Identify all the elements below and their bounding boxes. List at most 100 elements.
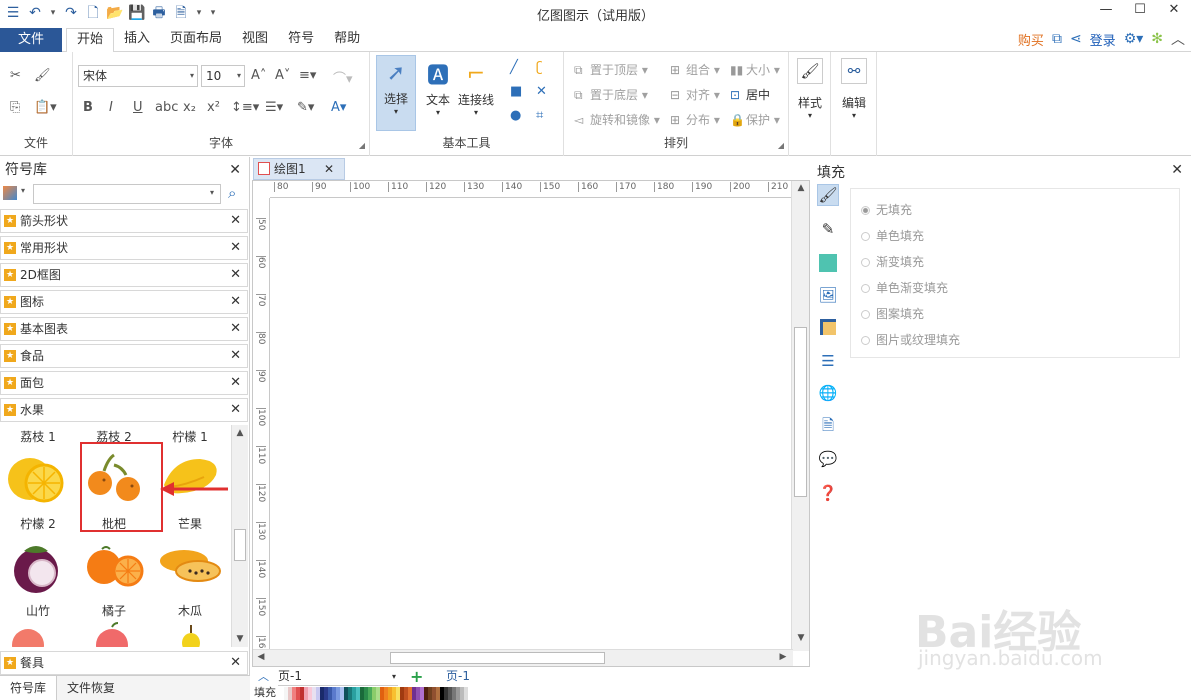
format-painter-icon[interactable]: 🖌	[34, 68, 51, 83]
size-button[interactable]: ▮▮ 大小 ▾	[730, 61, 780, 78]
highlight-color-icon[interactable]: ✎▾	[297, 100, 314, 115]
share-icon[interactable]: ⋖	[1070, 31, 1082, 47]
scroll-right-arrow-icon[interactable]: ▶	[775, 652, 791, 662]
fill-option-gradient[interactable]: 渐变填充	[861, 253, 924, 270]
ribbon-collapse-icon[interactable]: ︿	[1171, 29, 1185, 49]
subscript-icon[interactable]: x₂	[183, 100, 196, 115]
paragraph-align-icon[interactable]: ≡▾	[299, 68, 316, 83]
send-to-back-button[interactable]: ⧉ 置于底层 ▾	[574, 86, 648, 103]
tab-home[interactable]: 开始	[66, 28, 115, 53]
scroll-up-arrow-icon[interactable]: ▲	[793, 183, 809, 193]
connector-tool-button[interactable]: ⌐ 连接线 ▾	[456, 57, 496, 131]
bold-icon[interactable]: B	[83, 100, 93, 115]
edit-button[interactable]: ⚯ 编辑 ▾	[839, 58, 869, 138]
line-spacing-icon[interactable]: ↕≡▾	[231, 100, 259, 115]
line-tool-icon[interactable]: ╱	[510, 60, 518, 75]
scrollbar-thumb[interactable]	[390, 652, 605, 664]
center-button[interactable]: ⊡ 居中	[730, 86, 770, 103]
fill-option-solid[interactable]: 单色填充	[861, 227, 924, 244]
color-swatches[interactable]	[280, 687, 468, 700]
orange-shape[interactable]	[84, 541, 146, 591]
close-icon[interactable]: ✕	[230, 291, 241, 313]
scrollbar-thumb[interactable]	[234, 529, 246, 561]
tab-file-recovery[interactable]: 文件恢复	[57, 676, 125, 700]
close-icon[interactable]: ✕	[324, 159, 334, 179]
settings-gear-icon[interactable]: ⚙▾	[1124, 31, 1144, 47]
library-category-arrows[interactable]: ★ 箭头形状 ✕	[0, 209, 248, 233]
chevron-up-icon[interactable]: ︿	[258, 668, 269, 685]
scroll-left-arrow-icon[interactable]: ◀	[253, 652, 269, 662]
scroll-up-arrow-icon[interactable]: ▲	[232, 425, 248, 441]
close-icon[interactable]: ✕	[230, 345, 241, 367]
style-button[interactable]: 🖌 样式 ▾	[795, 58, 825, 138]
bring-to-front-button[interactable]: ⧉ 置于顶层 ▾	[574, 61, 648, 78]
close-icon[interactable]: ✕	[229, 157, 241, 183]
font-size-select[interactable]: 10 ▾	[201, 65, 245, 87]
crop-tool-icon[interactable]: ⌗	[536, 108, 543, 123]
login-link[interactable]: 登录	[1090, 30, 1116, 49]
ellipse-tool-icon[interactable]: ●	[510, 108, 521, 123]
fill-option-single-gradient[interactable]: 单色渐变填充	[861, 279, 948, 296]
page-tab[interactable]: 页-1	[446, 668, 470, 685]
close-icon[interactable]: ✕	[230, 399, 241, 421]
close-icon[interactable]: ✕	[230, 210, 241, 232]
library-category-basic-charts[interactable]: ★ 基本图表 ✕	[0, 317, 248, 341]
align-button[interactable]: ⊟ 对齐 ▾	[670, 86, 720, 103]
pear-shape[interactable]	[176, 623, 206, 647]
close-icon[interactable]: ✕	[230, 318, 241, 340]
minimize-button[interactable]: —	[1089, 0, 1123, 22]
grow-font-icon[interactable]: A˄	[251, 68, 266, 83]
fill-option-pattern[interactable]: 图案填充	[861, 305, 924, 322]
scrollbar-thumb[interactable]	[794, 327, 807, 497]
buy-link[interactable]: 购买	[1018, 30, 1044, 49]
close-icon[interactable]: ✕	[230, 372, 241, 394]
mangosteen-shape[interactable]	[6, 539, 68, 595]
tab-help[interactable]: 帮助	[324, 28, 370, 52]
library-scrollbar[interactable]: ▲ ▼	[231, 425, 248, 647]
tab-page-layout[interactable]: 页面布局	[160, 28, 232, 52]
underline-icon[interactable]: U	[133, 100, 143, 115]
rotate-mirror-button[interactable]: ◅ 旋转和镜像 ▾	[574, 111, 660, 128]
chevron-down-icon[interactable]: ▾	[21, 186, 25, 195]
canvas-horizontal-scrollbar[interactable]: ◀ ▶	[253, 649, 793, 666]
dialog-launcher-icon[interactable]: ◢	[359, 141, 365, 150]
library-category-2d-block[interactable]: ★ 2D框图 ✕	[0, 263, 248, 287]
scroll-down-arrow-icon[interactable]: ▼	[793, 633, 809, 643]
library-search-input[interactable]	[33, 184, 221, 204]
font-name-select[interactable]: 宋体 ▾	[78, 65, 198, 87]
chevron-down-icon[interactable]: ▾	[210, 188, 214, 197]
library-category-food[interactable]: ★ 食品 ✕	[0, 344, 248, 368]
close-icon[interactable]: ✕	[1171, 162, 1183, 178]
text-tool-button[interactable]: 🅰 文本 ▾	[418, 57, 458, 131]
curve-tool-icon[interactable]: ʗ	[536, 60, 543, 75]
font-color-icon[interactable]: A▾	[331, 100, 346, 115]
shrink-font-icon[interactable]: A˅	[275, 68, 290, 83]
tab-symbol[interactable]: 符号	[278, 28, 324, 52]
color-swatch[interactable]	[464, 687, 468, 700]
text-path-icon[interactable]: ⌒▾	[333, 68, 353, 87]
cut-icon[interactable]: ✂	[10, 68, 21, 83]
search-icon[interactable]: ⌕	[228, 184, 236, 202]
dialog-launcher-icon[interactable]: ◢	[778, 141, 784, 150]
tab-view[interactable]: 视图	[232, 28, 278, 52]
select-tool-button[interactable]: ➚ 选择 ▾	[376, 55, 416, 131]
close-icon[interactable]: ✕	[230, 237, 241, 259]
library-grid-icon[interactable]	[3, 186, 17, 200]
library-category-bread[interactable]: ★ 面包 ✕	[0, 371, 248, 395]
cross-point-icon[interactable]: ✕	[536, 84, 547, 99]
distribute-button[interactable]: ⊞ 分布 ▾	[670, 111, 720, 128]
fill-option-picture-texture[interactable]: 图片或纹理填充	[861, 331, 960, 348]
library-category-tableware[interactable]: ★ 餐具 ✕	[0, 651, 248, 675]
page-select[interactable]: 页-1 ▾	[278, 668, 398, 686]
strikethrough-icon[interactable]: abc	[155, 100, 178, 115]
add-page-icon[interactable]: +	[410, 668, 423, 685]
rectangle-tool-icon[interactable]: ■	[510, 84, 522, 99]
superscript-icon[interactable]: x²	[207, 100, 220, 115]
scroll-down-arrow-icon[interactable]: ▼	[232, 631, 248, 647]
close-window-button[interactable]: ✕	[1157, 0, 1191, 22]
document-tab[interactable]: 绘图1 ✕	[253, 158, 345, 180]
tab-file[interactable]: 文件	[0, 28, 62, 52]
papaya-shape[interactable]	[158, 545, 224, 585]
plugin-icon[interactable]: ✻	[1151, 31, 1163, 47]
apple-shape[interactable]	[92, 621, 132, 647]
